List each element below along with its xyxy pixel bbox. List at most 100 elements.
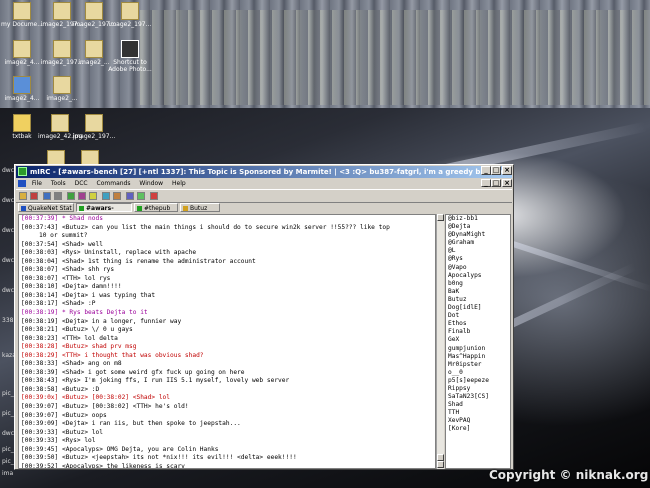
- window-titlebar[interactable]: mIRC - [#awars-bench [27] [+ntl 1337]: T…: [16, 166, 512, 178]
- desktop-icon-label[interactable]: dwc: [2, 227, 14, 234]
- desktop-icon-label[interactable]: pic_: [2, 410, 14, 417]
- mirc-app-icon: [18, 167, 27, 176]
- folder-icon: [13, 2, 31, 20]
- nick-list-item[interactable]: XevPAQ: [446, 417, 510, 425]
- scroll-down-arrow-icon[interactable]: [437, 461, 444, 468]
- nick-list-item[interactable]: Shad: [446, 401, 510, 409]
- nick-list-item[interactable]: Dog[idlE]: [446, 304, 510, 312]
- desktop-icon[interactable]: image2_...: [40, 76, 84, 102]
- nick-list-item[interactable]: Rippsy: [446, 385, 510, 393]
- desktop-icon[interactable]: Shortcut to Adobe Photo...: [108, 40, 152, 73]
- desktop-icon[interactable]: image2_4...: [0, 40, 44, 66]
- server-icon: [21, 206, 26, 211]
- query-icon: [183, 206, 188, 211]
- chat-log[interactable]: [00:37:39] * Shad nods [00:37:43] <Butuz>…: [18, 214, 436, 469]
- nick-list-item[interactable]: Mr0ipster: [446, 361, 510, 369]
- nick-list-item[interactable]: Apocalyps: [446, 272, 510, 280]
- chat-scrollbar[interactable]: [436, 214, 444, 469]
- disconnect-icon[interactable]: [30, 192, 38, 200]
- application-icon: [13, 76, 31, 94]
- tab-thepub[interactable]: #thepub: [134, 203, 178, 212]
- channel-icon: [137, 206, 142, 211]
- nick-list-item[interactable]: Butuz: [446, 296, 510, 304]
- tab-query-butuz[interactable]: Butuz: [180, 203, 220, 212]
- dcc-chat-icon[interactable]: [102, 192, 110, 200]
- desktop-icon-label[interactable]: dwc: [2, 287, 14, 294]
- desktop-icon[interactable]: image2_4...: [0, 76, 44, 102]
- nick-list-item[interactable]: [Kore]: [446, 425, 510, 433]
- desktop-icon-label[interactable]: dwc: [2, 197, 14, 204]
- menu-help[interactable]: Help: [172, 180, 186, 187]
- nick-list-item[interactable]: @biz-bb1: [446, 215, 510, 223]
- nick-list-item[interactable]: Dot: [446, 312, 510, 320]
- scripts-editor-icon[interactable]: [78, 192, 86, 200]
- nick-list-item[interactable]: @DynaMight: [446, 231, 510, 239]
- nick-list-item[interactable]: b0ng: [446, 280, 510, 288]
- desktop-icon-label[interactable]: dwc: [2, 430, 14, 437]
- menu-commands[interactable]: Commands: [97, 180, 131, 187]
- nick-list-item[interactable]: Ethos: [446, 320, 510, 328]
- received-files-icon[interactable]: [113, 192, 121, 200]
- dcc-send-icon[interactable]: [89, 192, 97, 200]
- nick-list-item[interactable]: @L: [446, 247, 510, 255]
- nick-list-item[interactable]: @Vapo: [446, 264, 510, 272]
- child-restore-button[interactable]: □: [491, 179, 501, 187]
- copyright-watermark: Copyright © niknak.org: [489, 468, 649, 482]
- about-icon[interactable]: [150, 192, 158, 200]
- desktop-icon-label[interactable]: dwc: [2, 167, 14, 174]
- desktop-icon-label[interactable]: ima: [2, 470, 13, 477]
- image-file-icon: [85, 114, 103, 132]
- nick-list-item[interactable]: SaTaN23[CS]: [446, 393, 510, 401]
- chat-line: [00:39:33] <Rys> lol: [21, 437, 96, 445]
- tile-windows-icon[interactable]: [126, 192, 134, 200]
- nick-list-item[interactable]: GeX: [446, 336, 510, 344]
- nick-list-item[interactable]: Finalb: [446, 328, 510, 336]
- chat-line: [00:39:33] <Butuz> lol: [21, 428, 103, 436]
- image-file-icon: [121, 2, 139, 20]
- close-button[interactable]: ×: [502, 166, 512, 175]
- tab-quakenet-status[interactable]: QuakeNet Stat: [18, 203, 74, 212]
- menu-dcc[interactable]: DCC: [75, 180, 88, 187]
- scroll-up-arrow-icon[interactable]: [437, 214, 444, 221]
- nick-list-item[interactable]: BaK: [446, 288, 510, 296]
- child-minimize-button[interactable]: _: [481, 179, 491, 187]
- chat-line: [00:38:39] <Shad> i got some weird gfx f…: [21, 368, 245, 376]
- photoshop-shortcut-icon: [121, 40, 139, 58]
- nick-list-item[interactable]: TTH: [446, 409, 510, 417]
- minimize-button[interactable]: _: [481, 166, 491, 175]
- menu-file[interactable]: File: [32, 180, 42, 187]
- chat-line: [00:39:07] <Butuz> [00:38:02] <TTH> he's…: [21, 403, 189, 411]
- chat-line: [00:39:50] <Butuz> <jeepstah> its not *n…: [21, 454, 297, 462]
- desktop-icon[interactable]: my Docume...: [0, 2, 44, 28]
- desktop-icon-label[interactable]: pic_: [2, 390, 14, 397]
- nick-list-item[interactable]: @Graham: [446, 239, 510, 247]
- nick-list[interactable]: @biz-bb1 @Dejta @DynaMight @Graham @L @Rys @Va…: [445, 214, 511, 469]
- desktop-icon-label[interactable]: pic_: [2, 446, 14, 453]
- child-close-button[interactable]: ×: [502, 179, 512, 187]
- desktop-icon-label[interactable]: dwc: [2, 257, 14, 264]
- image-file-icon: [85, 2, 103, 20]
- channels-list-icon[interactable]: [67, 192, 75, 200]
- chat-line: [00:38:19] <Dejta> in a longer, funnier …: [21, 317, 182, 325]
- options-icon[interactable]: [43, 192, 51, 200]
- nick-list-item[interactable]: p5[s]eepeze: [446, 377, 510, 385]
- menu-tools[interactable]: Tools: [51, 180, 66, 187]
- nick-list-item[interactable]: o__0: [446, 369, 510, 377]
- chat-line: [00:39:52] <Apocalyps> the likeness is s…: [21, 462, 185, 469]
- desktop-icon[interactable]: image2_197...: [108, 2, 152, 28]
- address-book-icon[interactable]: [54, 192, 62, 200]
- nick-list-item[interactable]: @Rys: [446, 255, 510, 263]
- connect-icon[interactable]: [19, 192, 27, 200]
- cascade-windows-icon[interactable]: [137, 192, 145, 200]
- desktop-icon-label[interactable]: pic_: [2, 458, 14, 465]
- maximize-button[interactable]: □: [491, 166, 501, 175]
- scroll-thumb[interactable]: [437, 454, 444, 461]
- desktop-icon[interactable]: image2_197...: [72, 114, 116, 140]
- nick-list-item[interactable]: @Dejta: [446, 223, 510, 231]
- nick-list-item[interactable]: Mas^Happin: [446, 353, 510, 361]
- tab-awars-bench[interactable]: #awars-bench: [76, 203, 132, 221]
- nick-list-item[interactable]: gumpjunion: [446, 345, 510, 353]
- menu-window[interactable]: Window: [139, 180, 163, 187]
- chat-line: [00:39:45] <Apocalyps> OMG Dejta, you ar…: [21, 445, 219, 453]
- switchbar: QuakeNet Stat #awars-bench #thepub Butuz: [16, 202, 512, 221]
